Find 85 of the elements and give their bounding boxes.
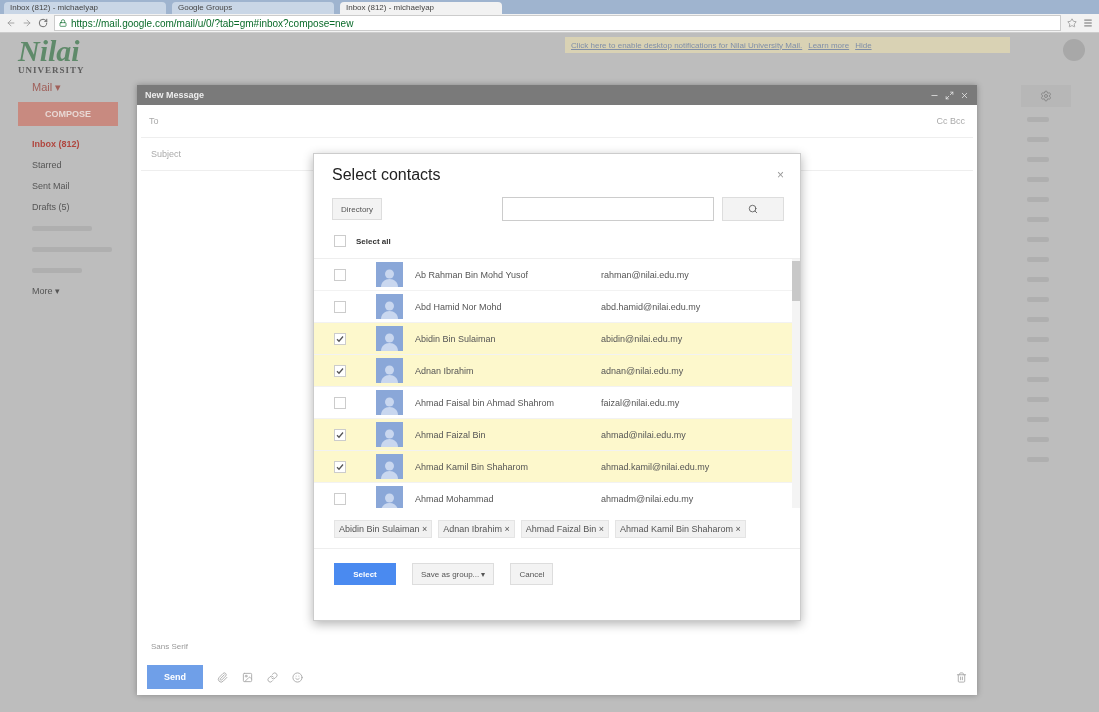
link-icon[interactable]: [267, 671, 278, 683]
checkbox[interactable]: [334, 332, 346, 345]
selected-contact-chip[interactable]: Abidin Bin Sulaiman ×: [334, 520, 433, 538]
contact-row[interactable]: Abd Hamid Nor Mohd abd.hamid@nilai.edu.my: [314, 291, 792, 323]
person-silhouette-icon: [380, 427, 399, 447]
sidebar-item[interactable]: Drafts (5): [18, 197, 137, 218]
contact-name: Adnan Ibrahim: [415, 365, 475, 376]
scrollbar-thumb[interactable]: [792, 261, 800, 301]
contact-name: Ahmad Faisal bin Ahmad Shahrom: [415, 397, 556, 408]
dialog-title: Select contacts: [332, 166, 441, 184]
settings-button[interactable]: [1021, 85, 1071, 107]
contact-row[interactable]: Ab Rahman Bin Mohd Yusof rahman@nilai.edu.my: [314, 259, 792, 291]
paperclip-icon[interactable]: [217, 671, 228, 683]
checkbox[interactable]: [334, 460, 346, 473]
person-silhouette-icon: [380, 395, 399, 415]
to-label: To: [149, 116, 159, 126]
selected-contact-chip[interactable]: Ahmad Kamil Bin Shaharom ×: [615, 520, 746, 538]
contact-email: ahmad@nilai.edu.my: [601, 429, 686, 440]
logo-text: Nilai: [18, 37, 81, 65]
checkmark-icon: [336, 334, 344, 343]
browser-tab[interactable]: Inbox (812) - michaelyap: [4, 2, 166, 14]
contact-email: abidin@nilai.edu.my: [601, 333, 683, 344]
contact-name: Abd Hamid Nor Mohd: [415, 301, 503, 312]
browser-tab[interactable]: Google Groups: [172, 2, 334, 14]
directory-dropdown[interactable]: Directory: [332, 198, 382, 220]
checkmark-icon: [336, 430, 344, 439]
checkbox[interactable]: [334, 235, 346, 247]
checkbox[interactable]: [334, 428, 346, 441]
compose-title: New Message: [145, 90, 205, 100]
select-all-label: Select all: [356, 236, 391, 246]
checkmark-icon: [336, 462, 344, 471]
image-icon[interactable]: [242, 671, 253, 683]
forward-icon[interactable]: [22, 18, 32, 28]
search-icon: [748, 204, 758, 214]
person-silhouette-icon: [380, 299, 399, 319]
contact-name: Ahmad Kamil Bin Shaharom: [415, 461, 530, 472]
browser-tab[interactable]: Inbox (812) - michaelyap: [340, 2, 502, 14]
settings-icon: [1040, 90, 1052, 102]
person-silhouette-icon: [380, 491, 399, 508]
contact-name: Ahmad Mohammad: [415, 493, 495, 504]
contact-email: abd.hamid@nilai.edu.my: [601, 301, 701, 312]
cancel-button[interactable]: Cancel: [510, 563, 554, 585]
person-silhouette-icon: [380, 331, 399, 351]
contact-email: rahman@nilai.edu.my: [601, 269, 689, 280]
expand-icon[interactable]: [945, 90, 954, 100]
contact-row[interactable]: Adnan Ibrahim adnan@nilai.edu.my: [314, 355, 792, 387]
checkbox[interactable]: [334, 364, 346, 377]
selected-contact-chip[interactable]: Ahmad Faizal Bin ×: [520, 520, 609, 538]
contact-row[interactable]: Abidin Bin Sulaiman abidin@nilai.edu.my: [314, 323, 792, 355]
logo-subtitle: UNIVERSITY: [18, 65, 86, 75]
checkmark-icon: [336, 366, 344, 375]
star-icon[interactable]: [1067, 18, 1077, 28]
contact-email: adnan@nilai.edu.my: [601, 365, 684, 376]
contact-row[interactable]: Ahmad Faisal bin Ahmad Shahrom faizal@nilai.edu.my: [314, 387, 792, 419]
person-silhouette-icon: [380, 459, 399, 479]
contact-email: ahmad.kamil@nilai.edu.my: [601, 461, 710, 472]
contact-row[interactable]: Ahmad Kamil Bin Shaharom ahmad.kamil@nilai.edu.my: [314, 451, 792, 483]
selected-contact-chip[interactable]: Adnan Ibrahim ×: [438, 520, 515, 538]
checkbox[interactable]: [334, 396, 346, 409]
contact-name: Abidin Bin Sulaiman: [415, 333, 497, 344]
menu-icon[interactable]: [1083, 18, 1093, 28]
contact-name: Ahmad Faizal Bin: [415, 429, 487, 440]
contact-row[interactable]: Ahmad Faizal Bin ahmad@nilai.edu.my: [314, 419, 792, 451]
person-silhouette-icon: [380, 267, 399, 287]
sidebar-item[interactable]: Starred: [18, 155, 137, 176]
lock-icon: [59, 19, 67, 27]
checkbox[interactable]: [334, 268, 346, 281]
contact-email: faizal@nilai.edu.my: [601, 397, 680, 408]
url-text: https://mail.google.com/mail/u/0/?tab=gm#inbox?compose=new: [71, 17, 354, 29]
search-field[interactable]: [502, 197, 714, 221]
sidebar-item[interactable]: Sent Mail: [18, 176, 137, 197]
trash-icon[interactable]: [956, 671, 967, 683]
back-icon[interactable]: [6, 18, 16, 28]
url-field[interactable]: https://mail.google.com/mail/u/0/?tab=gm#inbox?compose=new: [54, 15, 1061, 31]
person-silhouette-icon: [380, 363, 399, 383]
smiley-icon[interactable]: [292, 671, 303, 683]
save-as-group-button[interactable]: Save as group... ▾: [412, 563, 495, 585]
more-link[interactable]: More ▾: [18, 281, 137, 302]
contact-email: ahmadm@nilai.edu.my: [601, 493, 694, 504]
close-icon[interactable]: [960, 90, 969, 100]
checkbox[interactable]: [334, 492, 346, 505]
reload-icon[interactable]: [38, 18, 48, 28]
contact-name: Ab Rahman Bin Mohd Yusof: [415, 269, 529, 280]
search-button[interactable]: [722, 197, 784, 221]
checkbox[interactable]: [334, 300, 346, 313]
